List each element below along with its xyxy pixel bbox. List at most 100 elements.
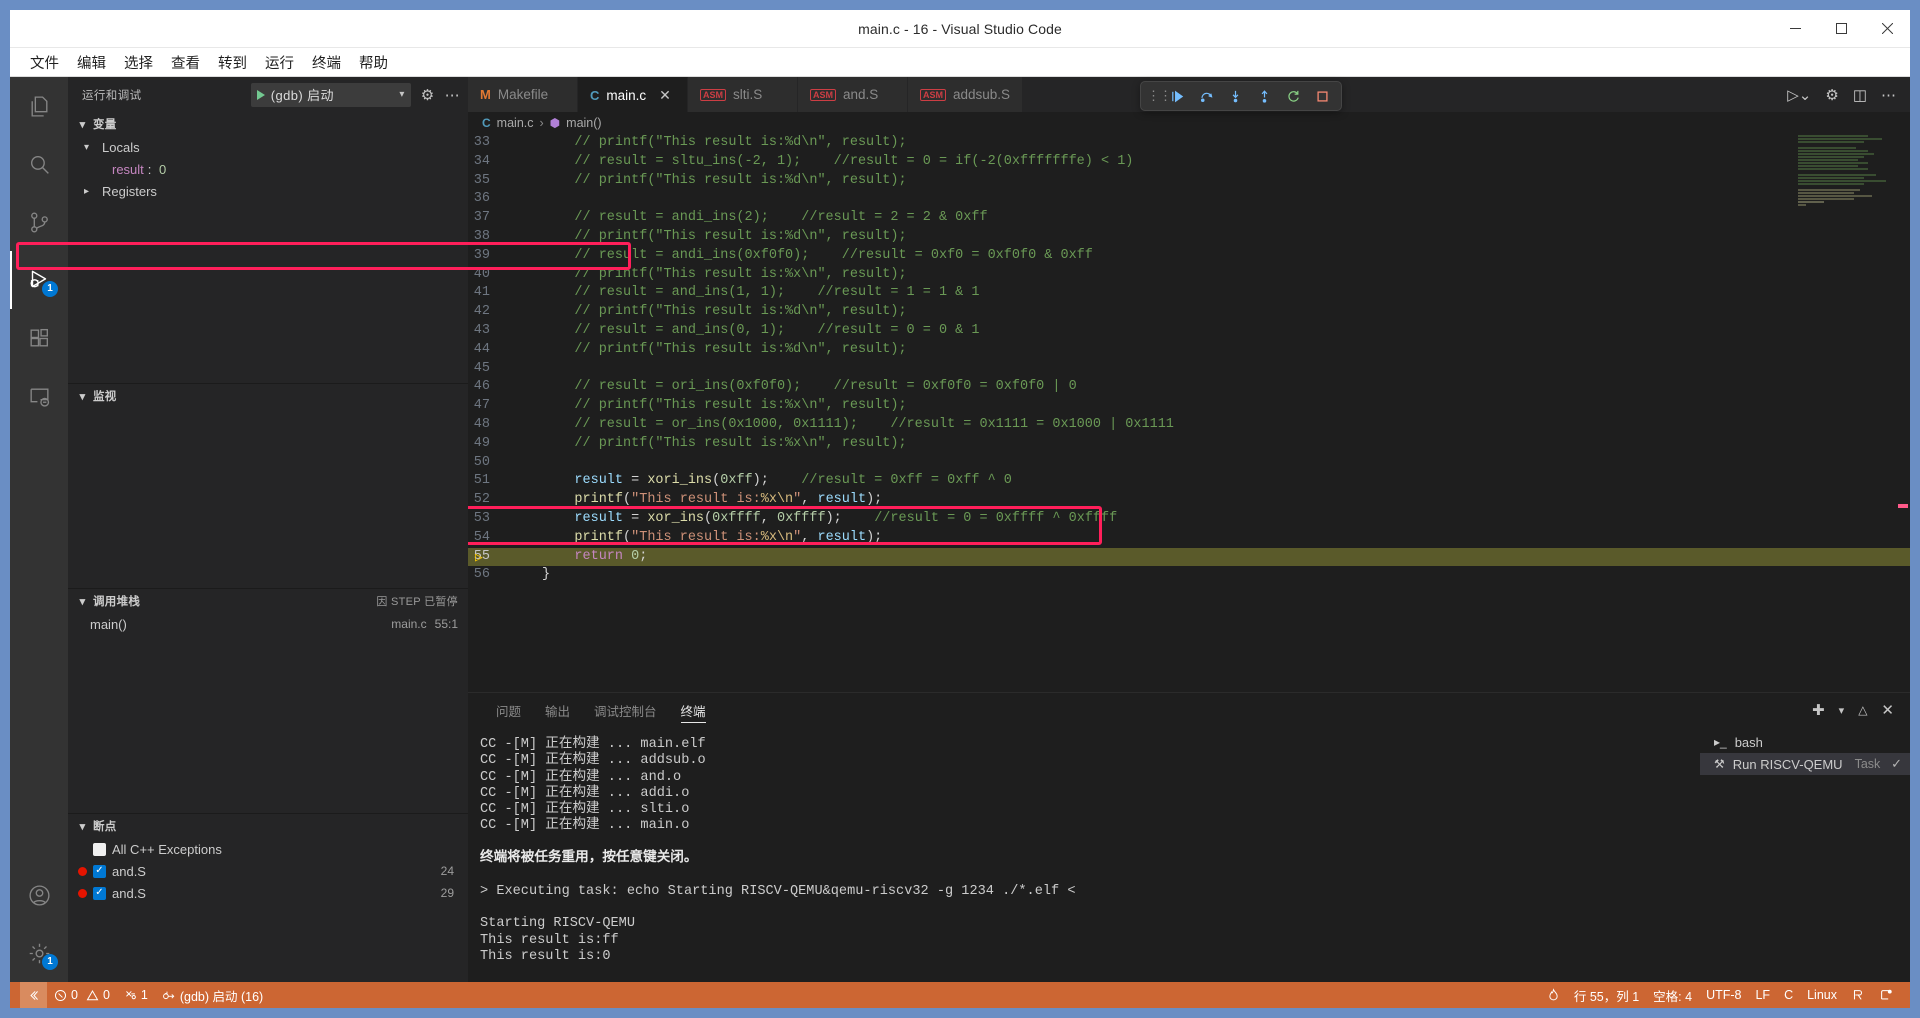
run-or-debug-icon[interactable]: ▷⌄: [1787, 86, 1811, 104]
code-line[interactable]: 52 printf("This result is:%x\n", result)…: [468, 491, 1910, 510]
code-line[interactable]: ▷55 return 0;: [468, 548, 1910, 567]
stop-icon[interactable]: [1309, 84, 1335, 108]
close-panel-icon[interactable]: ✕: [1881, 701, 1894, 719]
scope-locals[interactable]: ▾ Locals: [68, 136, 468, 158]
breakpoint-checkbox[interactable]: ✓: [93, 887, 106, 900]
code-line[interactable]: 39 // result = andi_ins(0xf0f0); //resul…: [468, 247, 1910, 266]
menu-file[interactable]: 文件: [22, 49, 67, 76]
close-tab-icon[interactable]: ✕: [659, 87, 671, 104]
step-into-icon[interactable]: [1222, 84, 1248, 108]
code-line[interactable]: 45: [468, 360, 1910, 379]
menu-selection[interactable]: 选择: [116, 49, 161, 76]
menu-view[interactable]: 查看: [163, 49, 208, 76]
problems-indicator[interactable]: 0 0: [47, 982, 117, 1008]
add-terminal-icon[interactable]: ✚: [1812, 701, 1825, 719]
tab-main-c[interactable]: C main.c ✕: [578, 77, 688, 112]
continue-icon[interactable]: [1164, 84, 1190, 108]
menu-edit[interactable]: 编辑: [69, 49, 114, 76]
code-line[interactable]: 56}: [468, 566, 1910, 585]
menu-help[interactable]: 帮助: [351, 49, 396, 76]
feedback-icon[interactable]: [1844, 988, 1872, 1002]
activity-remote-explorer-icon[interactable]: [10, 367, 68, 425]
callstack-section-header[interactable]: ▾ 调用堆栈 因 STEP 已暂停: [68, 589, 468, 613]
scope-registers[interactable]: ▸ Registers: [68, 180, 468, 202]
code-line[interactable]: 54 printf("This result is:%x\n", result)…: [468, 529, 1910, 548]
breakpoint-checkbox[interactable]: ✓: [93, 843, 106, 856]
code-line[interactable]: 49 // printf("This result is:%x\n", resu…: [468, 435, 1910, 454]
notifications-icon[interactable]: [1872, 988, 1900, 1002]
activity-account-icon[interactable]: [10, 866, 68, 924]
menu-go[interactable]: 转到: [210, 49, 255, 76]
code-line[interactable]: 34 // result = sltu_ins(-2, 1); //result…: [468, 153, 1910, 172]
breadcrumb-file[interactable]: main.c: [497, 116, 534, 130]
minimize-icon[interactable]: [1772, 10, 1818, 47]
watch-section-header[interactable]: ▾ 监视: [68, 384, 468, 408]
activity-run-and-debug-icon[interactable]: 1: [10, 251, 68, 309]
code-line[interactable]: 42 // printf("This result is:%d\n", resu…: [468, 303, 1910, 322]
code-line[interactable]: 47 // printf("This result is:%x\n", resu…: [468, 397, 1910, 416]
start-debug-icon[interactable]: [257, 90, 265, 100]
code-content[interactable]: 33 // printf("This result is:%d\n", resu…: [468, 134, 1910, 585]
flame-icon[interactable]: [1540, 988, 1567, 1002]
restart-icon[interactable]: [1280, 84, 1306, 108]
minimap[interactable]: [1792, 134, 1896, 250]
breakpoint-row[interactable]: ✓ and.S 24: [68, 860, 468, 882]
code-line[interactable]: 41 // result = and_ins(1, 1); //result =…: [468, 284, 1910, 303]
code-line[interactable]: 33 // printf("This result is:%d\n", resu…: [468, 134, 1910, 153]
panel-tab-terminal[interactable]: 终端: [669, 693, 718, 727]
open-launch-json-gear-icon[interactable]: ⚙: [421, 86, 435, 104]
code-editor[interactable]: 33 // printf("This result is:%d\n", resu…: [468, 134, 1910, 692]
tab-and-s[interactable]: ASM and.S: [798, 77, 908, 112]
sidebar-more-actions-icon[interactable]: ⋯: [445, 86, 460, 104]
panel-tab-debug-console[interactable]: 调试控制台: [582, 693, 669, 727]
breakpoint-row[interactable]: ✓ and.S 29: [68, 882, 468, 904]
editor-more-actions-icon[interactable]: ⋯: [1881, 86, 1896, 104]
breakpoint-row[interactable]: ✓ All C++ Exceptions: [68, 838, 468, 860]
code-line[interactable]: 50: [468, 454, 1910, 473]
tab-addsub-s[interactable]: ASM addsub.S: [908, 77, 1023, 112]
activity-manage-settings-icon[interactable]: 1: [10, 924, 68, 982]
code-line[interactable]: 44 // printf("This result is:%d\n", resu…: [468, 341, 1910, 360]
ports-indicator[interactable]: 1: [117, 982, 155, 1008]
indentation-setting[interactable]: 空格: 4: [1646, 986, 1699, 1005]
code-line[interactable]: 40 // printf("This result is:%x\n", resu…: [468, 266, 1910, 285]
cursor-position[interactable]: 行 55，列 1: [1567, 986, 1646, 1005]
breakpoints-section-header[interactable]: ▾ 断点: [68, 814, 468, 838]
step-over-icon[interactable]: [1193, 84, 1219, 108]
code-line[interactable]: 53 result = xor_ins(0xffff, 0xffff); //r…: [468, 510, 1910, 529]
split-editor-icon[interactable]: ◫: [1853, 86, 1867, 104]
eol-setting[interactable]: LF: [1748, 988, 1777, 1002]
tab-makefile[interactable]: M Makefile: [468, 77, 578, 112]
panel-tab-problems[interactable]: 问题: [484, 693, 533, 727]
encoding-setting[interactable]: UTF-8: [1699, 988, 1748, 1002]
chevron-up-icon[interactable]: △: [1858, 703, 1867, 717]
menu-terminal[interactable]: 终端: [304, 49, 349, 76]
menu-run[interactable]: 运行: [257, 49, 302, 76]
code-line[interactable]: 36: [468, 190, 1910, 209]
activity-source-control-icon[interactable]: [10, 193, 68, 251]
activity-search-icon[interactable]: [10, 135, 68, 193]
code-line[interactable]: 37 // result = andi_ins(2); //result = 2…: [468, 209, 1910, 228]
step-out-icon[interactable]: [1251, 84, 1277, 108]
panel-tab-output[interactable]: 输出: [533, 693, 582, 727]
stack-frame-row[interactable]: main() main.c 55:1: [68, 613, 468, 635]
code-line[interactable]: 51 result = xori_ins(0xff); //result = 0…: [468, 472, 1910, 491]
code-line[interactable]: 48 // result = or_ins(0x1000, 0x1111); /…: [468, 416, 1910, 435]
close-icon[interactable]: [1864, 10, 1910, 47]
breakpoint-checkbox[interactable]: ✓: [93, 865, 106, 878]
terminal-list-item-task[interactable]: ⚒ Run RISCV-QEMU Task ✓: [1700, 753, 1910, 775]
launch-config-dropdown[interactable]: (gdb) 启动 ▾: [251, 83, 411, 107]
code-line[interactable]: 46 // result = ori_ins(0xf0f0); //result…: [468, 378, 1910, 397]
variable-row[interactable]: result: 0: [68, 158, 468, 180]
variables-section-header[interactable]: ▾ 变量: [68, 112, 468, 136]
code-line[interactable]: 35 // printf("This result is:%d\n", resu…: [468, 172, 1910, 191]
remote-indicator[interactable]: [20, 982, 47, 1008]
terminal-list-item-bash[interactable]: ▸_ bash: [1700, 731, 1910, 753]
chevron-down-icon[interactable]: ▾: [399, 89, 404, 100]
breadcrumb-symbol[interactable]: main(): [566, 116, 601, 130]
activity-extensions-icon[interactable]: [10, 309, 68, 367]
drag-handle-icon[interactable]: ⋮⋮: [1147, 88, 1161, 104]
code-line[interactable]: 43 // result = and_ins(0, 1); //result =…: [468, 322, 1910, 341]
debug-session-indicator[interactable]: (gdb) 启动 (16): [155, 982, 270, 1008]
tab-slti-s[interactable]: ASM slti.S: [688, 77, 798, 112]
